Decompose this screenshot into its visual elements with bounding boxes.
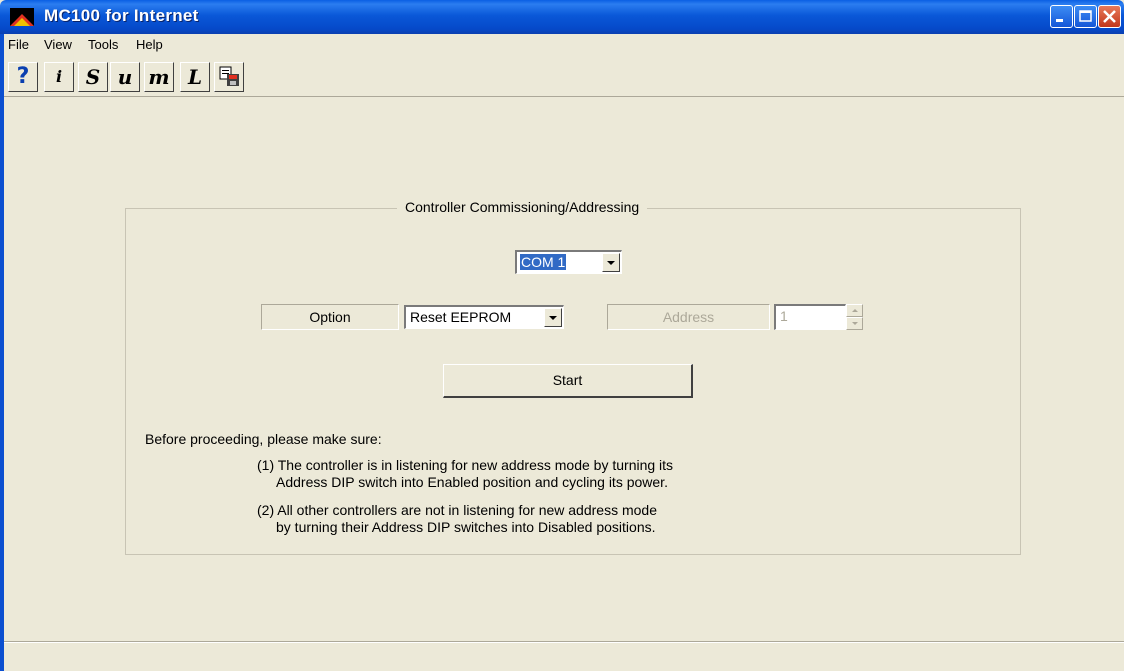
toolbar-divider — [4, 96, 1124, 97]
help-icon[interactable]: ? — [8, 62, 38, 92]
com-port-value: COM 1 — [518, 253, 568, 271]
menu-file[interactable]: File — [8, 37, 29, 52]
chevron-down-icon[interactable] — [846, 317, 863, 330]
m-icon[interactable]: m — [144, 62, 174, 92]
minimize-icon — [1056, 19, 1063, 22]
app-logo-icon — [10, 8, 34, 26]
s-icon[interactable]: S — [78, 62, 108, 92]
status-bar-divider-highlight — [4, 642, 1124, 643]
menu-view[interactable]: View — [44, 37, 72, 52]
info-icon[interactable]: i — [44, 62, 74, 92]
option-label: Option — [261, 304, 399, 330]
close-icon — [1103, 10, 1116, 23]
close-button[interactable] — [1098, 5, 1121, 28]
u-icon[interactable]: u — [110, 62, 140, 92]
chevron-down-icon[interactable] — [544, 308, 562, 327]
note2-line1: (2) All other controllers are not in lis… — [257, 502, 657, 518]
note-intro: Before proceeding, please make sure: — [145, 431, 382, 447]
save-copy-icon — [219, 66, 239, 86]
menu-bar: File View Tools Help — [4, 34, 1124, 56]
option-value: Reset EEPROM — [410, 309, 512, 325]
menu-help[interactable]: Help — [136, 37, 163, 52]
address-label: Address — [607, 304, 770, 330]
window-border — [0, 34, 4, 671]
maximize-button[interactable] — [1074, 5, 1097, 28]
com-port-select[interactable]: COM 1 — [515, 250, 622, 274]
option-select[interactable]: Reset EEPROM — [404, 305, 564, 329]
chevron-down-icon[interactable] — [602, 253, 620, 272]
note1-line2: Address DIP switch into Enabled position… — [276, 474, 668, 490]
address-stepper[interactable] — [846, 304, 863, 330]
minimize-button[interactable] — [1050, 5, 1073, 28]
maximize-icon — [1079, 10, 1092, 22]
note2-line2: by turning their Address DIP switches in… — [276, 519, 656, 535]
group-title: Controller Commissioning/Addressing — [397, 199, 648, 215]
chevron-up-icon[interactable] — [846, 304, 863, 317]
title-bar[interactable]: MC100 for Internet — [0, 0, 1124, 34]
note1-line1: (1) The controller is in listening for n… — [257, 457, 674, 473]
start-button[interactable]: Start — [443, 364, 693, 398]
l-icon[interactable]: L — [180, 62, 210, 92]
window-title: MC100 for Internet — [44, 6, 199, 25]
save-copy-button[interactable] — [214, 62, 244, 92]
menu-tools[interactable]: Tools — [88, 37, 118, 52]
address-input[interactable]: 1 — [774, 304, 846, 330]
